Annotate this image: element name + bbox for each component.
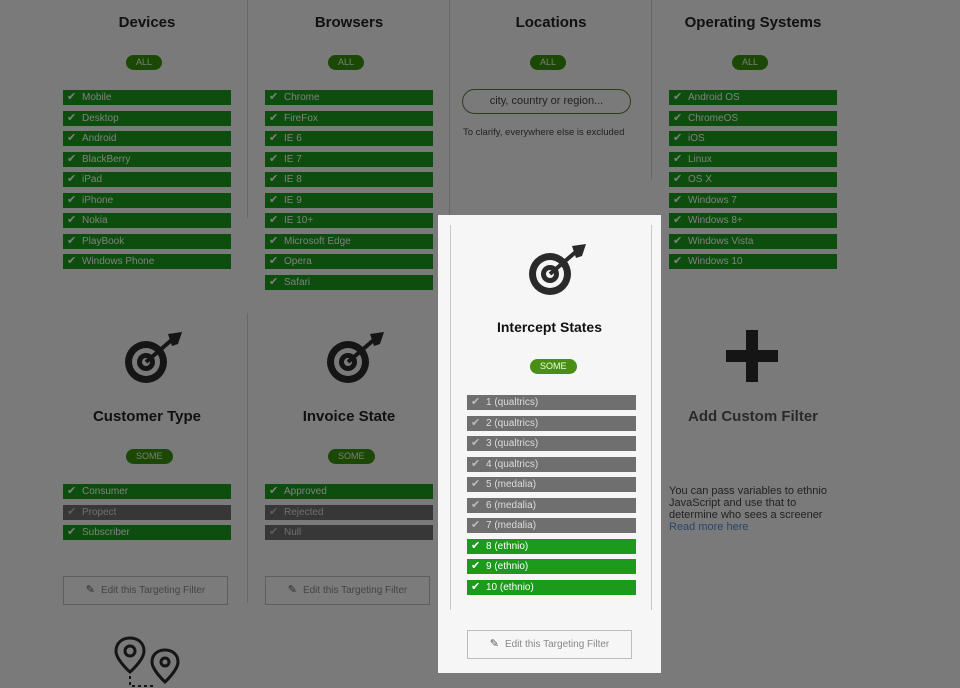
filter-option[interactable]: ✔ 10 (ethnio) bbox=[467, 579, 636, 595]
filter-option[interactable]: ✔ 7 (medalia) bbox=[467, 518, 636, 533]
filter-option-label: 3 (qualtrics) bbox=[486, 438, 539, 449]
intercept-states-title: Intercept States bbox=[496, 319, 603, 335]
column-divider bbox=[450, 225, 451, 610]
check-icon: ✔ bbox=[471, 560, 481, 572]
filter-option[interactable]: ✔ 8 (ethnio) bbox=[467, 538, 636, 554]
filter-option-label: 5 (medalia) bbox=[486, 479, 537, 490]
check-icon: ✔ bbox=[471, 457, 481, 470]
filter-option-label: 10 (ethnio) bbox=[486, 581, 534, 593]
filter-option[interactable]: ✔ 6 (medalia) bbox=[467, 497, 636, 513]
filter-option-label: 7 (medalia) bbox=[486, 520, 537, 531]
check-icon: ✔ bbox=[471, 498, 481, 511]
check-icon: ✔ bbox=[471, 396, 481, 408]
check-icon: ✔ bbox=[471, 416, 481, 429]
check-icon: ✔ bbox=[471, 437, 481, 449]
filter-option[interactable]: ✔ 4 (qualtrics) bbox=[467, 456, 636, 472]
check-icon: ✔ bbox=[471, 539, 481, 552]
filter-option-label: 2 (qualtrics) bbox=[486, 417, 539, 429]
edit-intercept-states-button[interactable]: ✎ Edit this Targeting Filter bbox=[467, 630, 632, 659]
filter-option-label: 8 (ethnio) bbox=[486, 540, 529, 552]
intercept-states-panel: Intercept States SOME ✔ 1 (qualtrics) ✔ 2 (… bbox=[438, 215, 661, 673]
check-icon: ✔ bbox=[471, 478, 481, 490]
filter-option[interactable]: ✔ 9 (ethnio) bbox=[467, 559, 636, 574]
column-divider bbox=[651, 225, 652, 610]
check-icon: ✔ bbox=[471, 580, 481, 593]
filter-option-label: 6 (medalia) bbox=[486, 499, 537, 511]
filter-option[interactable]: ✔ 2 (qualtrics) bbox=[467, 415, 636, 431]
filter-option[interactable]: ✔ 3 (qualtrics) bbox=[467, 436, 636, 451]
intercept-states-some-badge[interactable]: SOME bbox=[530, 359, 577, 374]
filter-option-label: 1 (qualtrics) bbox=[486, 397, 539, 408]
target-arrow-icon bbox=[529, 244, 586, 295]
check-icon: ✔ bbox=[471, 519, 481, 531]
filter-option[interactable]: ✔ 5 (medalia) bbox=[467, 477, 636, 492]
filter-option[interactable]: ✔ 1 (qualtrics) bbox=[467, 395, 636, 410]
filter-option-label: 9 (ethnio) bbox=[486, 561, 529, 572]
pencil-icon: ✎ bbox=[489, 638, 499, 650]
filter-option-label: 4 (qualtrics) bbox=[486, 458, 539, 470]
